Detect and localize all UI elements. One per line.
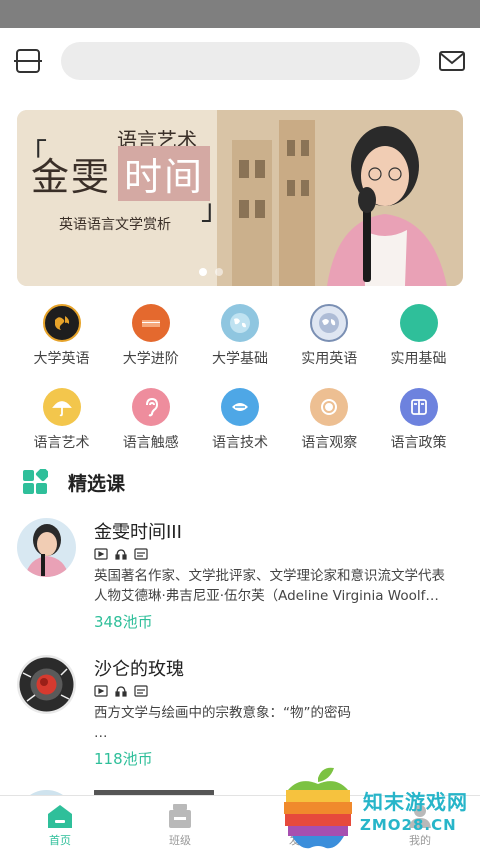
carousel-dot[interactable]: [215, 268, 223, 276]
course-title: 沙仑的玫瑰: [94, 659, 184, 680]
category-college-advanced[interactable]: 大学进阶: [106, 302, 195, 386]
course-media-icons: [94, 685, 148, 697]
course-description: 英国著名作家、文学批评家、文学理论家和意识流文学代表人物艾德琳·弗吉尼亚·伍尔芙…: [94, 568, 445, 604]
category-label: 大学英语: [33, 351, 90, 367]
category-label: 大学基础: [212, 351, 268, 367]
tab-profile[interactable]: 我的: [360, 796, 480, 853]
tab-home[interactable]: 首页: [0, 796, 120, 853]
category-grid: 大学英语 大学进阶 大学基础 实用英语 实用基础 语言艺术 语言触感 语言技术 …: [17, 302, 463, 470]
mail-icon[interactable]: [438, 49, 466, 73]
discover-icon: [286, 802, 314, 830]
search-input[interactable]: [61, 42, 420, 80]
course-avatar: [17, 655, 76, 714]
category-row: 语言艺术 语言触感 语言技术 语言观察 语言政策: [17, 386, 463, 470]
document-icon: [399, 388, 438, 426]
globe-blue-icon: [310, 304, 349, 342]
banner-title-part2: 时间: [118, 146, 211, 201]
category-label: 语言政策: [390, 435, 447, 451]
course-avatar: [17, 518, 76, 577]
home-icon: [46, 802, 74, 830]
status-bar: [0, 0, 480, 28]
banner-subtitle-bottom: 英语语言文学赏析: [59, 217, 171, 233]
category-label: 语言技术: [212, 435, 268, 451]
category-practical-basics[interactable]: 实用基础: [374, 302, 463, 386]
circle-icon: [399, 304, 438, 342]
category-language-art[interactable]: 语言艺术: [17, 386, 106, 470]
text-icon: [134, 548, 148, 560]
banner-title-part1: 金雯: [31, 155, 112, 199]
course-title: 金雯时间III: [94, 522, 182, 543]
category-label: 语言观察: [301, 435, 358, 451]
world-map-icon: [221, 304, 259, 342]
category-language-observe[interactable]: 语言观察: [285, 386, 374, 470]
bottom-tab-bar: 首页 班级 发现 我的: [0, 795, 480, 853]
tab-label: 班级: [169, 834, 191, 847]
apps-grid-icon: [22, 467, 50, 495]
category-label: 语言触感: [122, 435, 179, 451]
course-price: 118池币: [94, 750, 153, 768]
course-media-icons: [94, 548, 148, 560]
category-label: 实用基础: [390, 351, 447, 367]
book-cover-icon: [131, 304, 170, 342]
text-icon: [134, 685, 148, 697]
video-icon: [94, 685, 108, 697]
category-label: 实用英语: [301, 351, 358, 367]
featured-section-header: 精选课: [22, 467, 125, 497]
category-college-basics[interactable]: 大学基础: [196, 302, 285, 386]
category-language-tech[interactable]: 语言技术: [196, 386, 285, 470]
category-label: 语言艺术: [33, 435, 90, 451]
banner-bracket-right: 」: [201, 193, 230, 226]
scan-icon[interactable]: [14, 48, 42, 74]
ear-icon: [131, 388, 170, 426]
tab-label: 我的: [409, 834, 431, 847]
tab-label: 发现: [289, 834, 311, 847]
tab-label: 首页: [49, 834, 71, 847]
category-row: 大学英语 大学进阶 大学基础 实用英语 实用基础: [17, 302, 463, 386]
category-language-policy[interactable]: 语言政策: [374, 386, 463, 470]
section-title: 精选课: [68, 472, 126, 495]
course-price: 348池币: [94, 613, 153, 631]
category-college-english[interactable]: 大学英语: [17, 302, 106, 386]
eye-icon: [310, 388, 349, 426]
audio-icon: [114, 685, 128, 697]
carousel-dots: [199, 268, 223, 276]
top-bar: [0, 28, 480, 94]
carousel-dot-active[interactable]: [199, 268, 207, 276]
promo-banner[interactable]: 「 语言艺术 金雯 时间 」 英语语言文学赏析: [17, 110, 463, 286]
profile-icon: [406, 802, 434, 830]
category-practical-english[interactable]: 实用英语: [285, 302, 374, 386]
video-icon: [94, 548, 108, 560]
audio-icon: [114, 548, 128, 560]
mouth-icon: [221, 388, 259, 426]
category-label: 大学进阶: [122, 351, 179, 367]
tab-class[interactable]: 班级: [120, 796, 240, 853]
class-icon: [166, 802, 194, 830]
globe-dark-icon: [42, 304, 81, 342]
tab-discover[interactable]: 发现: [240, 796, 360, 853]
course-item[interactable]: 金雯时间III 英国著名作家、文学批评家、文学理论家和意识流文学代表人物艾德琳·…: [17, 518, 463, 638]
category-language-touch[interactable]: 语言触感: [106, 386, 195, 470]
umbrella-icon: [42, 388, 81, 426]
course-item[interactable]: 沙仑的玫瑰 西方文学与绘画中的宗教意象：“物”的密码 … 118池币: [17, 655, 463, 775]
course-description: 西方文学与绘画中的宗教意象：“物”的密码 …: [94, 705, 351, 741]
